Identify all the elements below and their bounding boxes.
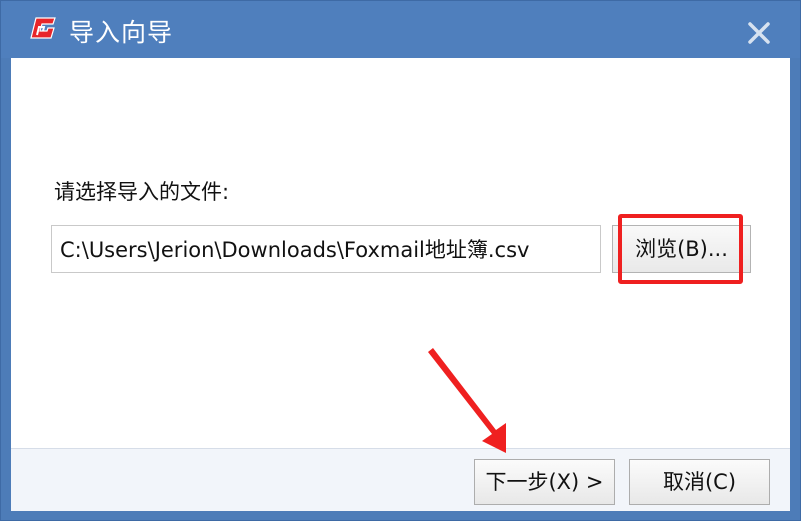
next-button[interactable]: 下一步(X) > <box>474 459 615 505</box>
close-icon[interactable] <box>739 13 779 53</box>
title-bar[interactable]: 导入向导 <box>1 1 800 58</box>
file-prompt-label: 请选择导入的文件: <box>54 180 230 204</box>
content-area: 请选择导入的文件: 浏览(B)... <box>11 58 790 448</box>
footer-bar: 下一步(X) > 取消(C) <box>11 448 790 511</box>
cancel-button[interactable]: 取消(C) <box>629 459 770 505</box>
foxmail-logo-icon <box>30 17 56 39</box>
window-title: 导入向导 <box>69 18 174 47</box>
file-path-input[interactable] <box>51 225 601 273</box>
import-wizard-window: 导入向导 请选择导入的文件: 浏览(B)... 下一步(X) > 取消(C) <box>0 0 801 521</box>
browse-button[interactable]: 浏览(B)... <box>612 225 751 273</box>
